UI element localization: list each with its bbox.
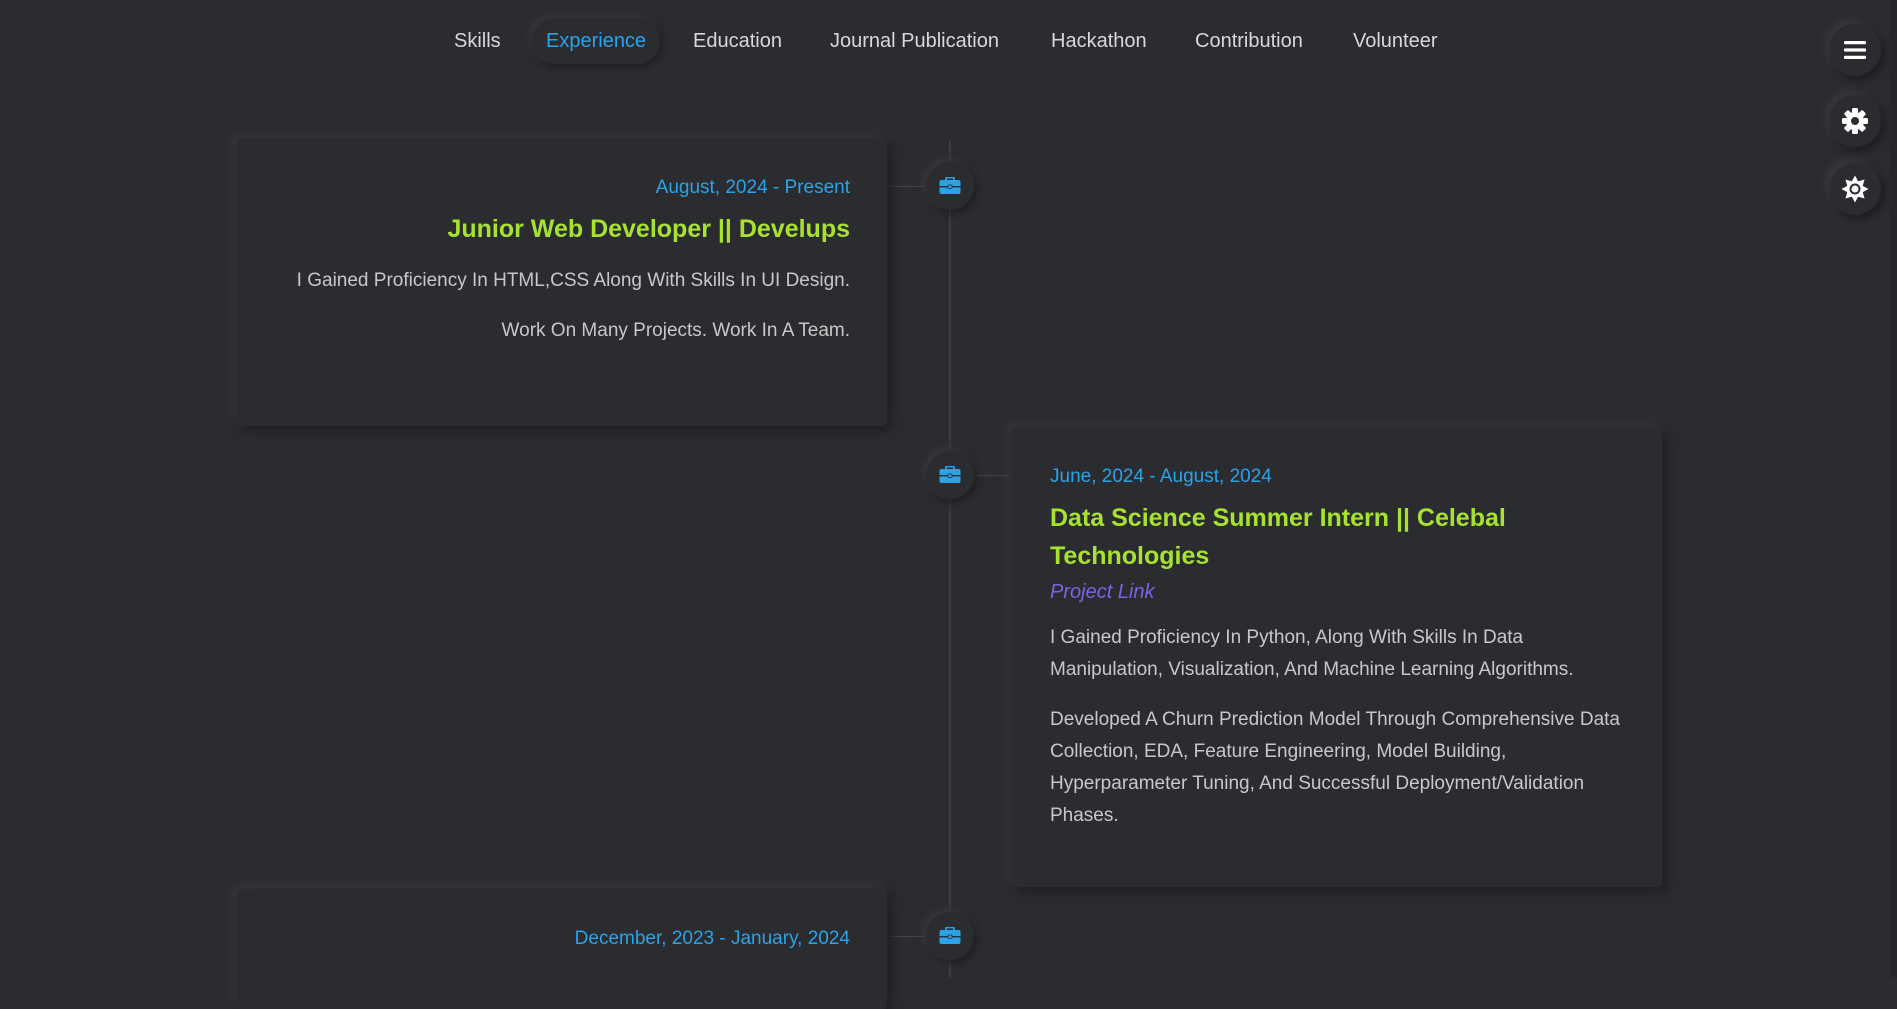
timeline-connector xyxy=(974,475,1014,476)
experience-title: Data Science Summer Intern || Celebal Te… xyxy=(1050,504,1506,570)
experience-card: June, 2024 - August, 2024 Data Science S… xyxy=(1012,427,1662,887)
experience-description: I Gained Proficiency In Python, Along Wi… xyxy=(1050,627,1574,680)
tab-hackathon[interactable]: Hackathon xyxy=(1051,18,1147,64)
experience-title: Junior Web Developer || Develups xyxy=(447,215,850,243)
settings-button[interactable] xyxy=(1829,95,1881,147)
tab-skills[interactable]: Skills xyxy=(454,18,501,64)
timeline-connector xyxy=(887,936,927,937)
tab-education[interactable]: Education xyxy=(693,18,782,64)
timeline-marker xyxy=(926,162,974,210)
menu-button[interactable] xyxy=(1829,24,1881,76)
tab-volunteer[interactable]: Volunteer xyxy=(1353,18,1438,64)
briefcase-icon xyxy=(939,177,961,194)
page-edge xyxy=(1891,0,1897,978)
experience-date: December, 2023 - January, 2024 xyxy=(574,928,850,949)
sun-brightness-icon xyxy=(1841,175,1869,203)
experience-date: August, 2024 - Present xyxy=(655,177,850,198)
gear-icon xyxy=(1842,108,1868,134)
timeline-line xyxy=(949,140,951,978)
briefcase-icon xyxy=(939,466,961,483)
experience-description: Work On Many Projects. Work In A Team. xyxy=(501,320,850,341)
section-nav: Skills Experience Education Journal Publ… xyxy=(0,18,1897,64)
timeline-marker xyxy=(926,912,974,960)
experience-date: June, 2024 - August, 2024 xyxy=(1050,466,1272,487)
tab-journal-publication[interactable]: Journal Publication xyxy=(830,18,999,64)
tab-experience[interactable]: Experience xyxy=(532,18,661,64)
theme-toggle-button[interactable] xyxy=(1829,163,1881,215)
experience-card: August, 2024 - Present Junior Web Develo… xyxy=(237,138,887,426)
hamburger-menu-icon xyxy=(1844,41,1866,59)
timeline-connector xyxy=(887,186,927,187)
briefcase-icon xyxy=(939,927,961,944)
experience-description: Developed A Churn Prediction Model Throu… xyxy=(1050,709,1620,826)
timeline-marker xyxy=(926,451,974,499)
experience-card: December, 2023 - January, 2024 xyxy=(237,889,887,1009)
project-link[interactable]: Project Link xyxy=(1050,579,1625,605)
tab-contribution[interactable]: Contribution xyxy=(1195,18,1303,64)
experience-description: I Gained Proficiency In HTML,CSS Along W… xyxy=(296,270,850,291)
